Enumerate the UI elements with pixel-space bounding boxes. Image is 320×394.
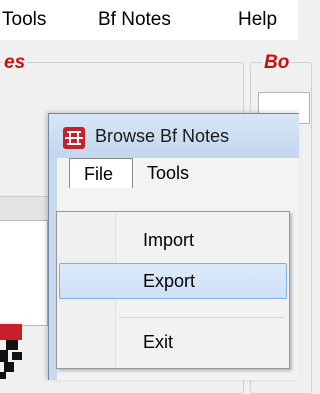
menu-item-import[interactable]: Import — [59, 222, 287, 258]
menu-item-exit[interactable]: Exit — [59, 324, 287, 360]
menu-item-import-label: Import — [143, 230, 195, 250]
main-menubar: Tools Bf Notes Help — [0, 0, 298, 40]
dialog-menubar: File Tools — [57, 158, 299, 188]
menu-bf-notes[interactable]: Bf Notes — [98, 9, 171, 31]
menu-item-exit-label: Exit — [143, 332, 174, 352]
bf-logo-fragment-icon — [0, 322, 22, 379]
dialog-titlebar[interactable]: Browse Bf Notes — [49, 114, 299, 158]
menu-separator — [119, 317, 285, 318]
menu-item-export[interactable]: Export — [59, 263, 287, 299]
menu-help[interactable]: Help — [238, 9, 277, 31]
bf-notes-app-icon — [63, 127, 85, 149]
right-group-legend: Bo — [262, 52, 292, 74]
file-dropdown-menu: Import Export Exit — [56, 211, 290, 369]
dialog-title: Browse Bf Notes — [95, 126, 230, 146]
dialog-menu-tools[interactable]: Tools — [147, 158, 189, 188]
menu-item-export-label: Export — [143, 271, 196, 291]
menu-tools[interactable]: Tools — [2, 9, 46, 31]
left-group-legend: es — [2, 52, 28, 74]
dialog-menu-file[interactable]: File — [69, 158, 133, 188]
left-list-box[interactable] — [0, 220, 48, 326]
left-panel-strip — [0, 196, 48, 221]
